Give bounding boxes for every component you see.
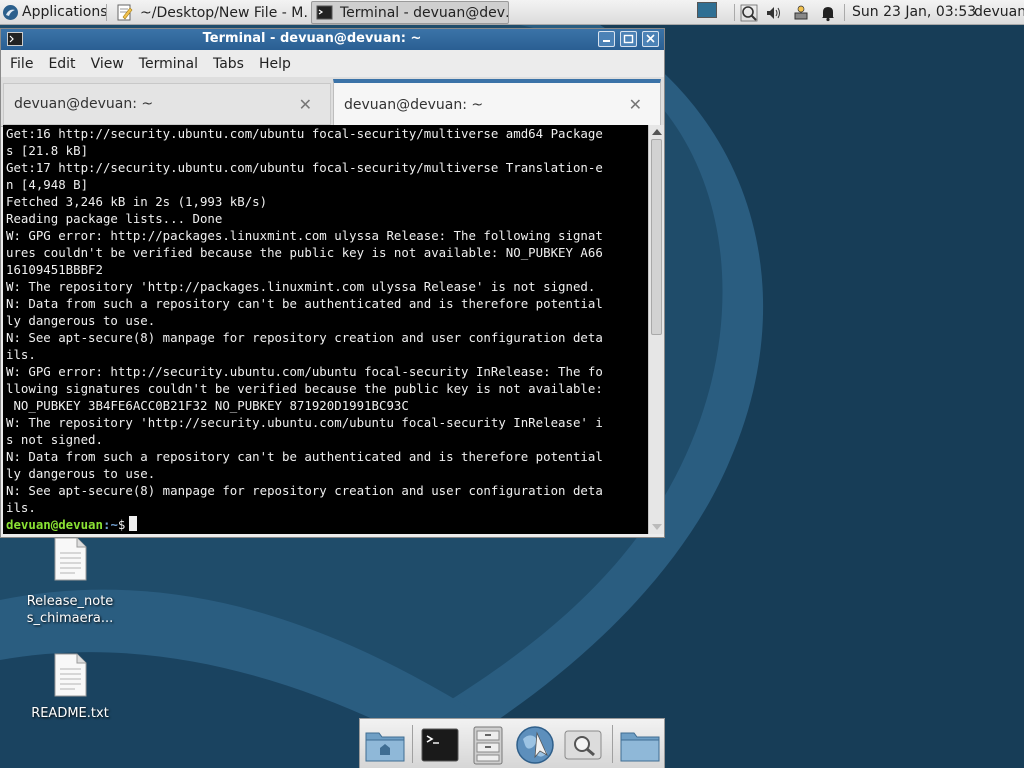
terminal-output-line: n [4,948 B] xyxy=(6,177,89,192)
prompt-user: devuan@devuan xyxy=(6,517,103,532)
tab-bar: devuan@devuan: ~ ✕ devuan@devuan: ~ ✕ xyxy=(1,77,664,127)
menu-tabs[interactable]: Tabs xyxy=(209,56,250,72)
tab-2[interactable]: devuan@devuan: ~ ✕ xyxy=(333,79,661,126)
clock[interactable]: Sun 23 Jan, 03:53 xyxy=(852,0,976,25)
volume-icon[interactable] xyxy=(765,4,783,22)
tab-label: devuan@devuan: ~ xyxy=(14,96,154,112)
task-label: Terminal - devuan@dev… xyxy=(340,4,509,21)
web-browser-icon[interactable] xyxy=(513,723,557,767)
terminal-output-line: N: See apt-secure(8) manpage for reposit… xyxy=(6,483,603,498)
close-tab-icon[interactable]: ✕ xyxy=(629,95,642,114)
maximize-icon xyxy=(623,34,634,44)
menu-edit[interactable]: Edit xyxy=(44,56,81,72)
terminal-output-line: ils. xyxy=(6,347,36,362)
applications-menu[interactable]: Applications xyxy=(0,0,112,25)
task-button-text-editor[interactable]: ~/Desktop/New File - M… xyxy=(111,1,309,24)
home-folder-icon[interactable] xyxy=(363,723,407,767)
terminal-output-line: llowing signatures couldn't be verified … xyxy=(6,381,603,396)
dock-separator xyxy=(612,725,613,763)
terminal-output-line: W: GPG error: http://security.ubuntu.com… xyxy=(6,364,603,379)
minimize-button[interactable] xyxy=(598,31,615,47)
desktop-icon-label: README.txt xyxy=(31,706,109,721)
menu-view[interactable]: View xyxy=(87,56,130,72)
close-icon xyxy=(646,34,655,43)
terminal-output[interactable]: Get:16 http://security.ubuntu.com/ubuntu… xyxy=(3,125,648,534)
terminal-output-line: N: Data from such a repository can't be … xyxy=(6,296,603,311)
close-tab-icon[interactable]: ✕ xyxy=(299,95,312,114)
top-panel: Applications ~/Desktop/New File - M… Ter… xyxy=(0,0,1024,25)
terminal-output-line: W: The repository 'http://packages.linux… xyxy=(6,279,596,294)
dock-separator xyxy=(412,725,413,763)
panel-separator xyxy=(734,4,735,21)
panel-separator xyxy=(106,4,107,21)
folder-icon[interactable] xyxy=(618,723,662,767)
scroll-up-arrow-icon[interactable] xyxy=(652,129,662,135)
terminal-scrollbar[interactable] xyxy=(648,125,664,534)
terminal-output-line: ly dangerous to use. xyxy=(6,466,156,481)
terminal-output-line: ly dangerous to use. xyxy=(6,313,156,328)
window-title: Terminal - devuan@devuan: ~ xyxy=(202,31,422,46)
terminal-output-line: Reading package lists... Done xyxy=(6,211,223,226)
text-cursor xyxy=(129,516,138,531)
close-button[interactable] xyxy=(642,31,659,47)
minimize-icon xyxy=(603,40,610,42)
desktop-icon-label: Release_note s_chimaera... xyxy=(26,594,114,626)
scroll-thumb[interactable] xyxy=(651,139,662,335)
terminal-output-line: Get:16 http://security.ubuntu.com/ubuntu… xyxy=(6,126,603,141)
devuan-logo-icon xyxy=(3,4,18,20)
applications-label: Applications xyxy=(22,4,108,20)
terminal-icon[interactable] xyxy=(418,723,462,767)
file-cabinet-icon[interactable] xyxy=(466,723,510,767)
terminal-output-line: s [21.8 kB] xyxy=(6,143,89,158)
menu-help[interactable]: Help xyxy=(255,56,297,72)
tab-label: devuan@devuan: ~ xyxy=(344,96,484,113)
network-icon[interactable] xyxy=(792,4,810,22)
dock-panel xyxy=(359,718,665,768)
prompt-path: :~ xyxy=(102,517,118,532)
desktop-icon-release-notes[interactable]: Release_note s_chimaera... xyxy=(20,537,120,627)
terminal-output-line: N: See apt-secure(8) manpage for reposit… xyxy=(6,330,603,345)
tab-1[interactable]: devuan@devuan: ~ ✕ xyxy=(3,83,331,125)
task-label: ~/Desktop/New File - M… xyxy=(140,4,309,21)
terminal-output-line: s not signed. xyxy=(6,432,103,447)
shell-prompt: devuan@devuan:~$ xyxy=(6,516,648,533)
menu-file[interactable]: File xyxy=(6,56,39,72)
search-icon[interactable] xyxy=(561,723,605,767)
user-menu[interactable]: devuan xyxy=(974,0,1024,25)
terminal-output-line: Fetched 3,246 kB in 2s (1,993 kB/s) xyxy=(6,194,268,209)
prompt-symbol: $ xyxy=(117,517,126,532)
terminal-icon xyxy=(316,5,333,20)
document-icon xyxy=(54,653,87,697)
panel-separator xyxy=(844,4,845,21)
task-button-terminal[interactable]: Terminal - devuan@dev… xyxy=(311,1,509,24)
terminal-output-line: ils. xyxy=(6,500,36,515)
terminal-window: Terminal - devuan@devuan: ~ File Edit Vi… xyxy=(0,28,665,538)
menu-bar: File Edit View Terminal Tabs Help xyxy=(1,51,664,77)
terminal-output-line: W: GPG error: http://packages.linuxmint.… xyxy=(6,228,603,243)
text-editor-icon xyxy=(117,4,133,21)
menu-terminal[interactable]: Terminal xyxy=(135,56,204,72)
screenshot-icon[interactable] xyxy=(740,4,758,22)
terminal-output-line: N: Data from such a repository can't be … xyxy=(6,449,603,464)
terminal-output-line: Get:17 http://security.ubuntu.com/ubuntu… xyxy=(6,160,603,175)
terminal-output-line: NO_PUBKEY 3B4FE6ACC0B21F32 NO_PUBKEY 871… xyxy=(6,398,409,413)
desktop-icon-readme[interactable]: README.txt xyxy=(20,653,120,722)
terminal-output-line: 16109451BBBF2 xyxy=(6,262,103,277)
terminal-output-line: W: The repository 'http://security.ubunt… xyxy=(6,415,603,430)
notification-bell-icon[interactable] xyxy=(819,4,837,22)
maximize-button[interactable] xyxy=(620,31,637,47)
system-tray xyxy=(740,0,837,25)
workspace-switcher[interactable] xyxy=(697,2,717,18)
terminal-output-line: ures couldn't be verified because the pu… xyxy=(6,245,603,260)
document-icon xyxy=(54,537,87,581)
scroll-down-arrow-icon[interactable] xyxy=(652,524,662,530)
window-titlebar[interactable]: Terminal - devuan@devuan: ~ xyxy=(1,29,664,50)
